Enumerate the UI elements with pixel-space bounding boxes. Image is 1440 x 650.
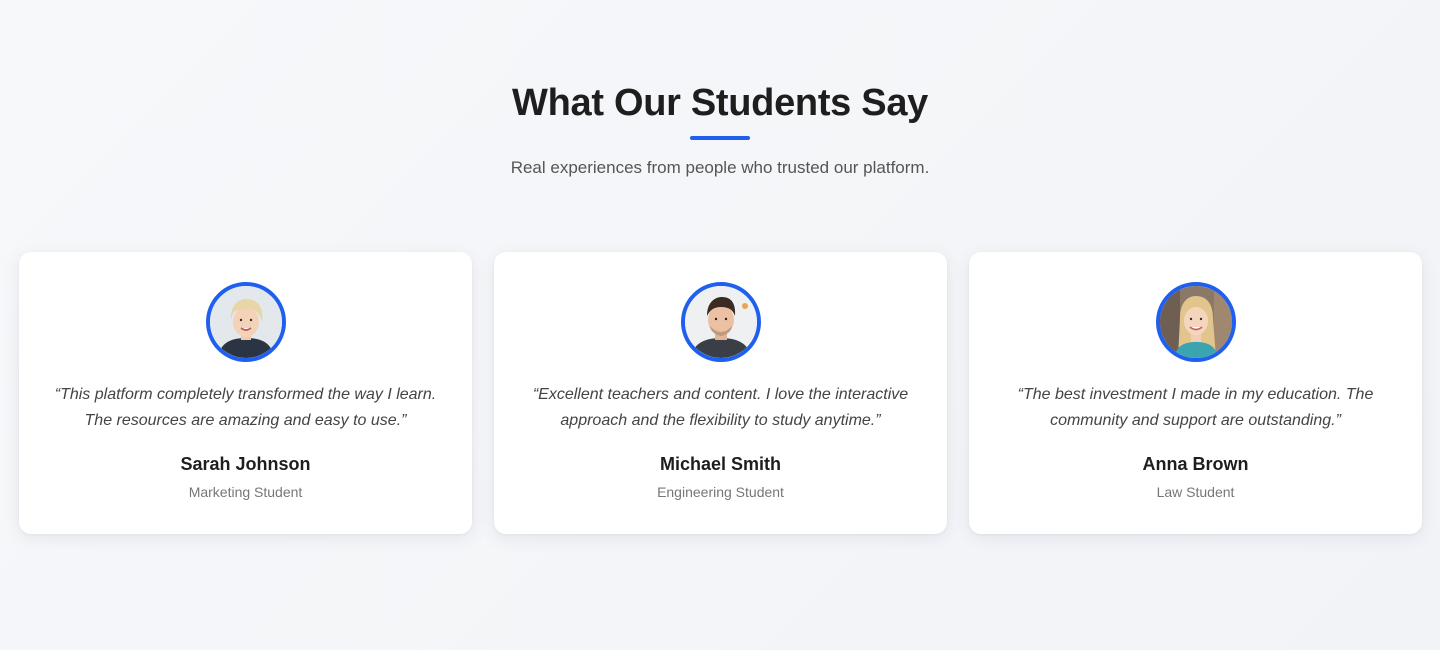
testimonial-name: Anna Brown (1142, 454, 1249, 474)
man-dark-hair-avatar-icon (684, 286, 757, 358)
avatar (1155, 282, 1236, 362)
section-header: What Our Students Say Real experiences f… (0, 80, 1440, 178)
testimonial-quote: “This platform completely transformed th… (54, 386, 437, 429)
woman-long-blonde-hair-avatar-icon (1159, 286, 1232, 358)
testimonial-cards: “This platform completely transformed th… (19, 252, 1422, 534)
testimonial-name: Michael Smith (659, 454, 782, 474)
testimonial-role: Law Student (1156, 484, 1235, 500)
testimonial-quote: “Excellent teachers and content. I love … (532, 386, 909, 429)
testimonial-card: “Excellent teachers and content. I love … (494, 252, 947, 534)
testimonial-name: Sarah Johnson (180, 454, 311, 474)
section-title: What Our Students Say (512, 82, 928, 124)
testimonial-role: Marketing Student (188, 484, 303, 500)
woman-short-blonde-hair-avatar-icon (209, 286, 282, 358)
testimonial-card: “The best investment I made in my educat… (969, 252, 1422, 534)
avatar (205, 282, 286, 362)
testimonial-quote: “The best investment I made in my educat… (1017, 386, 1374, 429)
testimonial-role: Engineering Student (657, 484, 784, 500)
title-underline (690, 136, 750, 140)
testimonial-card: “This platform completely transformed th… (19, 252, 472, 534)
testimonials-section: What Our Students Say Real experiences f… (0, 0, 1440, 650)
section-subtitle: Real experiences from people who trusted… (510, 158, 930, 177)
avatar (680, 282, 761, 362)
